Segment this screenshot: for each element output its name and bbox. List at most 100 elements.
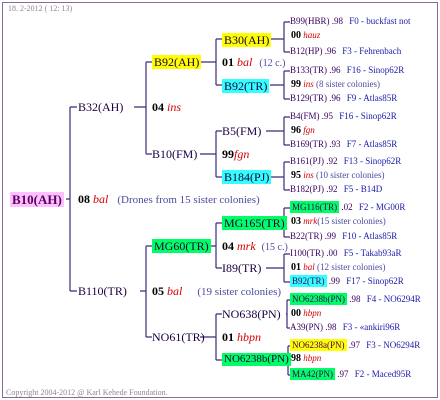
- gen4-value: .98: [323, 322, 339, 332]
- gen1-info: 04 ins: [152, 101, 181, 113]
- gen2-info: 04 mrk (15 c.): [222, 240, 288, 253]
- gen4-row[interactable]: A39(PN) .98 F3 - «ankiri96R: [290, 323, 400, 332]
- gen4-bee-id[interactable]: B161(PJ): [290, 156, 324, 166]
- gen4-row[interactable]: MA42(PN) .97 F2 - Maced95R: [290, 368, 412, 380]
- gen4-source: F17 - Sinop62R: [346, 276, 404, 286]
- gen2-bee-id[interactable]: B92(AH): [152, 55, 202, 69]
- gen4-bee-id[interactable]: B133(TR): [290, 65, 327, 75]
- gen4-bee-id[interactable]: NO6238b(PN): [290, 293, 347, 305]
- gen4-bee-id[interactable]: B12(HP): [290, 46, 323, 56]
- gen3-place: hbpn: [303, 353, 322, 363]
- gen3-place: hauz: [303, 30, 321, 40]
- gen3-bee-id[interactable]: I89(TR): [222, 262, 261, 274]
- gen3-info: 95 ins (10 sister colonies): [291, 171, 385, 181]
- gen4-row[interactable]: B129(TR) .96 F9 - Atlas85R: [290, 94, 397, 103]
- gen3-bee-id[interactable]: B92(TR): [222, 79, 270, 93]
- gen4-bee-id[interactable]: B169(TR): [290, 139, 327, 149]
- gen4-row[interactable]: B169(TR) .93 F7 - Atlas85R: [290, 140, 397, 149]
- gen4-source: F16 - Sinop62R: [339, 111, 397, 121]
- gen4-value: .97: [346, 340, 363, 350]
- gen3-info: 03 mrk(15 sister colonies): [291, 217, 386, 227]
- root-info: 08 bal (Drones from 15 sister colonies): [78, 193, 260, 206]
- root-note: (Drones from 15 sister colonies): [117, 194, 260, 206]
- gen4-row[interactable]: B161(PJ) .92 F13 - Sinop62R: [290, 157, 401, 166]
- gen3-place: ins: [303, 79, 314, 89]
- gen3-year: 96: [291, 125, 301, 136]
- gen2-year: 99: [222, 147, 234, 161]
- gen2-year: 01: [222, 330, 234, 344]
- gen4-value: .98: [347, 294, 363, 304]
- gen3-info: 98 hbpn: [291, 354, 321, 364]
- gen4-row[interactable]: I100(TR) .00 F5 - Takab93aR: [290, 249, 401, 258]
- gen4-source: F7 - Atlas85R: [346, 139, 398, 149]
- gen4-source: F9 - Atlas85R: [346, 93, 398, 103]
- gen4-source: F3 - «ankiri96R: [342, 322, 401, 332]
- gen4-bee-id[interactable]: B182(PJ): [290, 184, 324, 194]
- gen4-row[interactable]: B182(PJ) .92 F5 - B14D: [290, 185, 382, 194]
- gen4-row[interactable]: NO6238b(PN) .98 F4 - NO6294R: [290, 293, 421, 305]
- gen4-bee-id[interactable]: B22(TR): [290, 231, 323, 241]
- gen3-bee-id[interactable]: NO6238b(PN): [222, 353, 291, 366]
- gen2-bee-id[interactable]: NO61(TR): [152, 331, 205, 343]
- gen4-row[interactable]: B92(TR) .99 F17 - Sinop62R: [290, 275, 404, 287]
- gen4-value: .96: [327, 65, 343, 75]
- gen4-bee-id[interactable]: B4(FM): [290, 111, 320, 121]
- gen2-year: 04: [222, 239, 234, 253]
- gen4-bee-id[interactable]: NO6238a(PN): [290, 339, 347, 351]
- gen2-note: (12 c.): [259, 58, 286, 69]
- root-bee-id[interactable]: B10(AH): [10, 192, 64, 207]
- gen4-row[interactable]: B12(HP) .96 F3 - Fehrenbach: [290, 47, 401, 56]
- gen4-source: F16 - Sinop62R: [346, 65, 405, 75]
- gen4-source: F5 - Takab93aR: [343, 248, 402, 258]
- gen4-row[interactable]: B4(FM) .95 F16 - Sinop62R: [290, 112, 397, 121]
- gen4-bee-id[interactable]: A39(PN): [290, 322, 323, 332]
- gen3-place: ins: [303, 170, 314, 180]
- gen1-place: ins: [167, 100, 182, 114]
- gen3-bee-id[interactable]: B184(PJ): [222, 170, 272, 184]
- gen4-row[interactable]: NO6238a(PN) .97 F3 - NO6294R: [290, 339, 421, 351]
- gen3-year: 01: [291, 262, 301, 273]
- gen3-info: 00 hauz: [291, 31, 320, 41]
- gen4-row[interactable]: B133(TR) .96 F16 - Sinop62R: [290, 66, 404, 75]
- gen3-note: (8 sister colonies): [316, 79, 380, 89]
- gen4-bee-id[interactable]: B92(TR): [290, 275, 327, 287]
- gen3-note: (10 sister colonies): [316, 170, 385, 180]
- gen2-info: 01 bal (12 c.): [222, 56, 285, 69]
- gen3-year: 00: [291, 308, 301, 319]
- gen4-row[interactable]: MG116(TR) .02 F2 - MG00R: [290, 201, 406, 213]
- gen4-bee-id[interactable]: B99(HBR): [290, 16, 330, 26]
- gen4-source: F3 - NO6294R: [366, 340, 421, 350]
- gen4-source: F0 - buckfast not: [349, 16, 411, 26]
- gen4-value: .97: [335, 369, 351, 379]
- gen4-source: F2 - Maced95R: [354, 369, 412, 379]
- gen1-bee-id[interactable]: B110(TR): [78, 285, 127, 297]
- gen3-bee-id[interactable]: B30(AH): [222, 33, 272, 47]
- gen1-year: 05: [152, 284, 164, 298]
- gen3-info: 99 ins (8 sister colonies): [291, 80, 380, 90]
- gen4-value: .93: [327, 139, 343, 149]
- gen1-bee-id[interactable]: B32(AH): [78, 101, 123, 113]
- root-year: 08: [78, 192, 90, 206]
- gen4-bee-id[interactable]: MA42(PN): [290, 368, 336, 380]
- gen4-source: F2 - MG00R: [358, 202, 406, 212]
- gen2-info: 99fgn: [222, 148, 249, 160]
- gen3-year: 98: [291, 353, 301, 364]
- gen2-bee-id[interactable]: MG60(TR): [152, 239, 211, 253]
- gen4-source: F10 - Atlas85R: [342, 231, 398, 241]
- gen3-bee-id[interactable]: MG165(TR): [222, 216, 287, 230]
- gen3-bee-id[interactable]: NO638(PN): [222, 308, 281, 320]
- gen4-row[interactable]: B99(HBR) .98 F0 - buckfast not: [290, 17, 411, 26]
- gen4-bee-id[interactable]: MG116(TR): [290, 201, 340, 213]
- gen3-bee-id[interactable]: B5(FM): [222, 125, 261, 137]
- gen1-info: 05 bal (19 sister colonies): [152, 285, 281, 298]
- gen4-source: F5 - B14D: [343, 184, 383, 194]
- gen4-row[interactable]: B22(TR) .99 F10 - Atlas85R: [290, 232, 397, 241]
- gen4-bee-id[interactable]: I100(TR): [290, 248, 324, 258]
- gen4-bee-id[interactable]: B129(TR): [290, 93, 327, 103]
- gen2-bee-id[interactable]: B10(FM): [152, 148, 197, 160]
- gen3-place: bal: [303, 262, 315, 272]
- gen3-year: 95: [291, 170, 301, 181]
- gen4-value: .00: [324, 248, 340, 258]
- gen3-note: (15 sister colonies): [317, 216, 386, 226]
- gen3-place: hbpn: [303, 308, 322, 318]
